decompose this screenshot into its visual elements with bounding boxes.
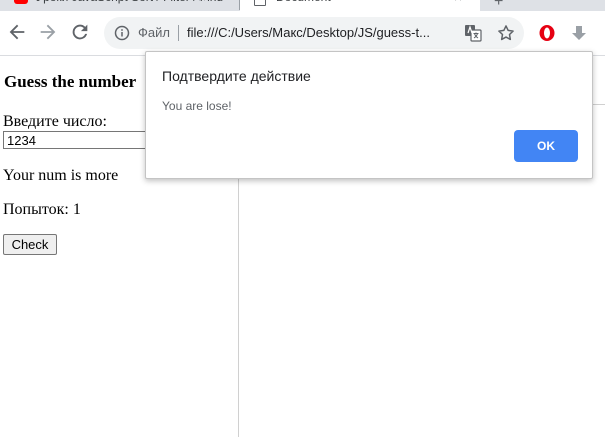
browser-toolbar: Файл file:///C:/Users/Макс/Desktop/JS/gu…	[0, 11, 605, 56]
back-arrow-icon[interactable]	[6, 21, 28, 43]
check-button[interactable]: Check	[3, 234, 57, 255]
tab-close-icon[interactable]: ×	[198, 0, 206, 11]
bookmark-star-icon[interactable]	[496, 23, 516, 43]
tab-title: Уроки JavaScript Sort / Filter / Find	[36, 0, 223, 11]
result-text: Your num is more	[3, 167, 119, 184]
alert-dialog: Подтвердите действие You are lose! OK	[145, 51, 593, 179]
omnibox-separator	[178, 25, 179, 41]
tab-close-icon[interactable]: ×	[454, 0, 462, 11]
scheme-label: Файл	[138, 25, 170, 40]
info-icon[interactable]	[114, 25, 130, 41]
forward-arrow-icon[interactable]	[37, 21, 59, 43]
reload-icon[interactable]	[69, 21, 91, 43]
number-input[interactable]	[3, 131, 165, 149]
number-input-label: Введите число:	[3, 113, 107, 130]
tab-javascript-lessons[interactable]: Уроки JavaScript Sort / Filter / Find ×	[0, 0, 238, 11]
url-text[interactable]: file:///C:/Users/Макс/Desktop/JS/guess-t…	[187, 25, 430, 40]
opera-extension-icon[interactable]	[538, 24, 556, 42]
dialog-title: Подтвердите действие	[162, 68, 311, 84]
download-arrow-icon[interactable]	[570, 24, 588, 42]
ok-button[interactable]: OK	[514, 130, 578, 162]
new-tab-button[interactable]: +	[494, 0, 503, 11]
youtube-favicon-icon	[14, 0, 28, 4]
address-bar[interactable]: Файл file:///C:/Users/Макс/Desktop/JS/gu…	[104, 17, 524, 49]
tries-counter: Попыток: 1	[3, 201, 81, 218]
tab-document[interactable]: Document ×	[240, 0, 480, 11]
tab-title: Document	[276, 0, 331, 11]
tab-strip: Уроки JavaScript Sort / Filter / Find × …	[0, 0, 605, 11]
document-favicon-icon	[254, 0, 266, 6]
translate-icon[interactable]	[464, 24, 482, 42]
page-title: Guess the number	[4, 72, 137, 91]
dialog-message: You are lose!	[162, 99, 232, 113]
